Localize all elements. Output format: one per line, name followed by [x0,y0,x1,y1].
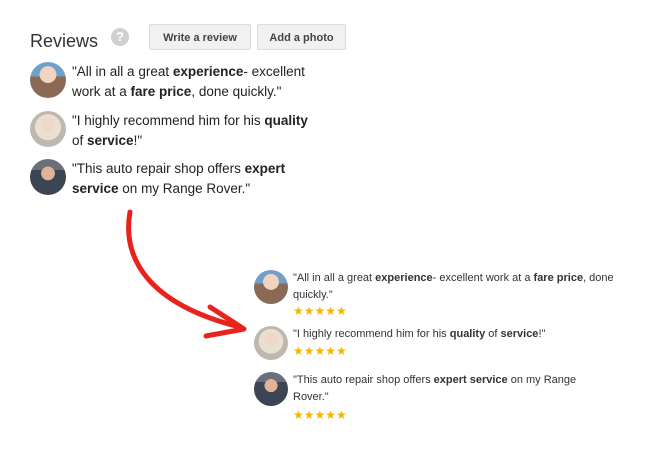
star-rating: ★★★★★ [293,344,347,358]
review-text: "All in all a great experience- excellen… [72,64,305,99]
write-review-button[interactable]: Write a review [149,24,251,50]
review-item: "All in all a great experience- excellen… [30,62,370,104]
review-item: "This auto repair shop offers expert ser… [30,159,370,201]
avatar[interactable] [30,111,66,147]
review-text: "All in all a great experience- excellen… [293,272,614,301]
avatar[interactable] [30,62,66,98]
star-rating: ★★★★★ [293,304,347,318]
review-text: "I highly recommend him for his quality … [293,328,546,340]
avatar[interactable] [30,159,66,195]
help-icon[interactable]: ? [111,28,129,46]
reviews-title: Reviews [30,31,99,51]
avatar[interactable] [254,326,288,360]
red-arrow-icon [126,209,247,339]
avatar[interactable] [254,270,288,304]
avatar[interactable] [254,372,288,406]
review-text: "This auto repair shop offers expert ser… [72,161,286,196]
star-rating: ★★★★★ [293,408,347,422]
review-text: "I highly recommend him for his quality … [72,113,308,148]
review-text: "This auto repair shop offers expert ser… [293,374,577,403]
review-item: "I highly recommend him for his quality … [30,111,370,153]
add-photo-button[interactable]: Add a photo [257,24,346,50]
